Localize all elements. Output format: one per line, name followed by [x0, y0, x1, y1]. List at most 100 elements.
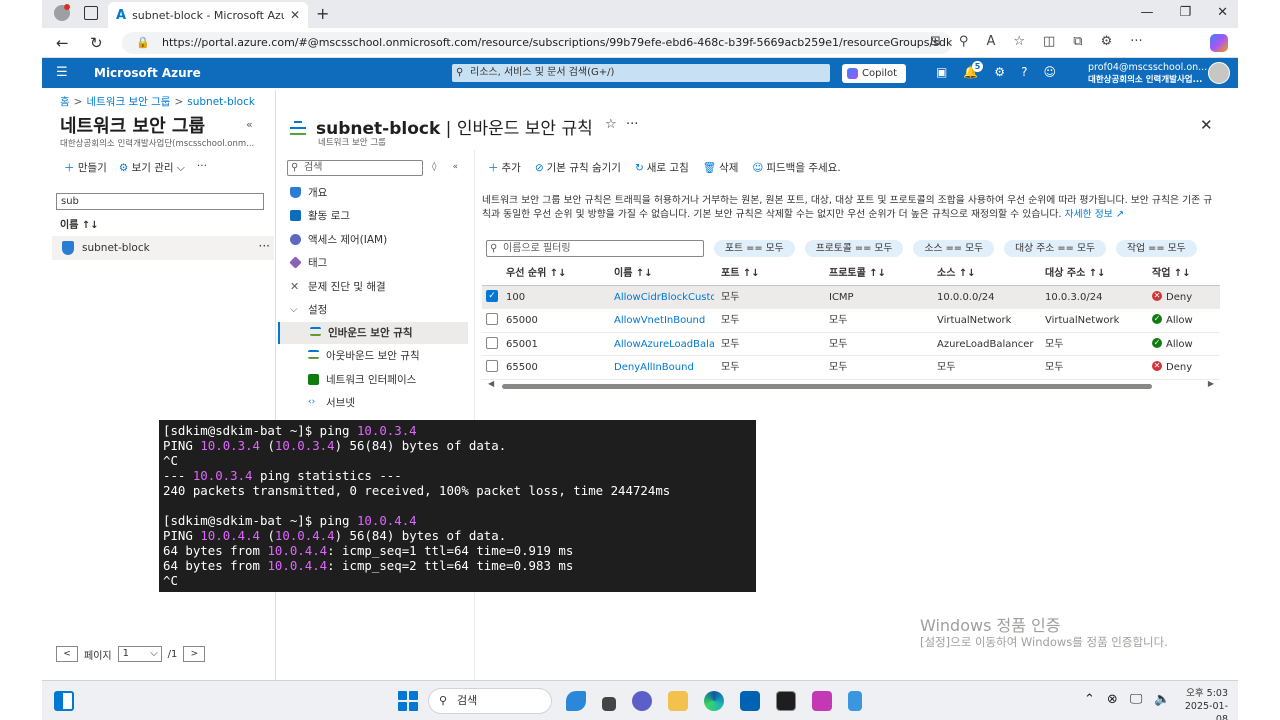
checkbox[interactable] [486, 313, 498, 325]
list-item-more-icon[interactable]: ··· [259, 239, 270, 253]
global-search-input[interactable]: ⚲ 리소스, 서비스 및 문서 검색(G+/) [452, 64, 830, 82]
account-info[interactable]: prof04@mscsschool.on... 대한상공회의소 인력개발사업..… [1088, 62, 1207, 86]
help-icon[interactable]: ? [1021, 65, 1027, 79]
row-checkbox[interactable] [486, 333, 502, 356]
copilot-icon[interactable] [1210, 34, 1228, 52]
edge-browser-icon[interactable] [704, 691, 724, 711]
chevron-up-icon[interactable]: ⌃ [1084, 692, 1095, 707]
back-icon[interactable]: ← [56, 34, 69, 52]
name-filter-input[interactable]: ⚲ 이름으로 필터링 [486, 240, 704, 257]
more-icon[interactable]: ··· [626, 117, 638, 132]
menu-item-settings-group[interactable]: ⌵ 설정 [278, 299, 468, 321]
horizontal-scrollbar[interactable]: ◀ ▶ [488, 379, 1214, 390]
favorite-star-icon[interactable]: ☆ [1013, 34, 1025, 49]
create-button[interactable]: ＋ 만들기 [64, 160, 107, 175]
portal-menu-icon[interactable]: ☰ [56, 65, 68, 80]
cell-name[interactable]: AllowCidrBlockCusto... [614, 286, 714, 309]
minimize-icon[interactable]: — [1140, 5, 1153, 20]
next-page-button[interactable]: > [183, 646, 206, 662]
column-header-action[interactable]: 작업 ↑↓ [1152, 262, 1220, 285]
menu-item-iam[interactable]: 액세스 제어(IAM) [278, 229, 468, 251]
menu-search-input[interactable]: ⚲ 검색 [287, 160, 423, 176]
more-icon[interactable]: ··· [1130, 34, 1142, 49]
menu-item-overview[interactable]: 개요 [278, 182, 468, 204]
cell-name[interactable]: DenyAllInBound [614, 356, 714, 379]
learn-more-link[interactable]: 자세한 정보 ↗ [1065, 209, 1125, 220]
table-row[interactable]: 65500 DenyAllInBound 모두 모두 모두 모두 ✕ Deny [482, 356, 1220, 380]
new-tab-button[interactable]: + [316, 4, 329, 23]
url-field[interactable]: 🔒 https://portal.azure.com/#@mscsschool.… [122, 32, 952, 54]
column-header-name[interactable]: 이름 ↑↓ [614, 262, 714, 285]
scrollbar-thumb[interactable] [502, 384, 1152, 389]
expand-all-icon[interactable]: ◊ [432, 162, 436, 172]
apps-icon[interactable]: ⊞ [930, 34, 941, 49]
cloud-shell-icon[interactable]: ▣ [936, 65, 947, 79]
network-icon[interactable]: 🖵 [1130, 692, 1143, 707]
read-aloud-icon[interactable]: A [986, 34, 995, 49]
add-button[interactable]: ＋ 추가 [488, 160, 521, 175]
refresh-icon[interactable]: ↻ [90, 34, 103, 52]
table-row[interactable]: ✓ 100 AllowCidrBlockCusto... 모두 ICMP 10.0.0.0… [482, 285, 1220, 309]
favorite-star-icon[interactable]: ☆ [605, 117, 617, 132]
filter-pill-port[interactable]: 포트 == 모두 [714, 240, 795, 257]
menu-item-diagnose[interactable]: ✕ 문제 진단 및 해결 [278, 276, 468, 298]
table-row[interactable]: 65001 AllowAzureLoadBalan... 모두 모두 AzureLoad… [482, 333, 1220, 356]
scroll-right-icon[interactable]: ▶ [1208, 379, 1214, 388]
resource-filter-input[interactable]: sub [56, 193, 264, 210]
menu-item-subnets[interactable]: ‹› 서브넷 [278, 392, 468, 414]
browser-tab[interactable]: A subnet-block - Microsoft Azure ✕ [108, 2, 308, 28]
start-button[interactable] [398, 691, 418, 711]
close-window-icon[interactable]: ✕ [1217, 5, 1228, 20]
feedback-icon[interactable]: ☺ [1043, 65, 1056, 79]
delete-button[interactable]: 🗑 삭제 [703, 160, 739, 175]
menu-item-activity-log[interactable]: 활동 로그 [278, 205, 468, 227]
collections-icon[interactable]: ⧉ [1073, 34, 1082, 49]
menu-item-inbound-rules[interactable]: 인바운드 보안 규칙 [278, 322, 468, 344]
menu-item-outbound-rules[interactable]: 아웃바운드 보안 규칙 [278, 345, 468, 367]
filter-pill-protocol[interactable]: 프로토콜 == 모두 [804, 240, 904, 257]
site-info-icon[interactable]: 🔒 [136, 32, 150, 54]
breadcrumb-home[interactable]: 홈 [60, 96, 70, 108]
checkbox[interactable] [486, 336, 498, 349]
collapse-blade-icon[interactable]: « [246, 118, 253, 131]
copilot-button[interactable]: Copilot [842, 64, 906, 83]
checkbox-checked[interactable]: ✓ [486, 289, 498, 302]
refresh-button[interactable]: ↻ 새로 고침 [635, 160, 689, 175]
taskbar-search[interactable]: ⚲ 검색 [428, 688, 552, 714]
breadcrumb-resource[interactable]: subnet-block [187, 96, 255, 108]
feedback-button[interactable]: ☺ 피드백을 주세요. [752, 160, 840, 175]
filter-pill-source[interactable]: 소스 == 모두 [913, 240, 995, 257]
column-header-port[interactable]: 포트 ↑↓ [721, 262, 821, 285]
row-checkbox[interactable] [486, 356, 502, 379]
tab-actions-icon[interactable] [84, 6, 98, 20]
teams-chat-icon[interactable] [632, 691, 652, 711]
snipping-tool-icon[interactable] [812, 691, 832, 711]
column-header-source[interactable]: 소스 ↑↓ [937, 262, 1037, 285]
menu-item-tags[interactable]: 태그 [278, 252, 468, 274]
copilot-app-icon[interactable] [566, 691, 586, 711]
row-checkbox[interactable]: ✓ [486, 286, 502, 309]
filter-pill-destination[interactable]: 대상 주소 == 모두 [1004, 240, 1106, 257]
clock[interactable]: 오후 5:03 2025-01-08 [1174, 687, 1228, 720]
sound-icon[interactable]: 🔈 [1154, 692, 1170, 707]
file-explorer-icon[interactable] [668, 691, 688, 711]
filter-pill-action[interactable]: 작업 == 모두 [1115, 240, 1197, 257]
scroll-left-icon[interactable]: ◀ [488, 379, 494, 388]
terminal-app-icon[interactable] [776, 691, 796, 711]
settings-gear-icon[interactable]: ⚙ [994, 65, 1005, 79]
task-view-icon[interactable] [602, 697, 616, 711]
store-icon[interactable] [740, 691, 760, 711]
row-checkbox[interactable] [486, 309, 502, 332]
collapse-menu-icon[interactable]: « [452, 162, 458, 172]
restore-icon[interactable]: ❐ [1179, 5, 1191, 20]
table-row[interactable]: 65000 AllowVnetInBound 모두 모두 VirtualNetwork V… [482, 309, 1220, 333]
prev-page-button[interactable]: < [56, 646, 78, 662]
cell-name[interactable]: AllowVnetInBound [614, 309, 714, 332]
list-item-name[interactable]: subnet-block [82, 242, 150, 254]
avatar[interactable] [1208, 62, 1230, 84]
breadcrumb-nsg[interactable]: 네트워크 보안 그룹 [86, 96, 170, 108]
name-column-header[interactable]: 이름 ↑↓ [60, 216, 99, 231]
column-header-protocol[interactable]: 프로토콜 ↑↓ [829, 262, 929, 285]
hide-default-rules-button[interactable]: ⊘ 기본 규칙 숨기기 [535, 160, 621, 175]
page-select[interactable]: 1 ⌵ [117, 646, 162, 662]
